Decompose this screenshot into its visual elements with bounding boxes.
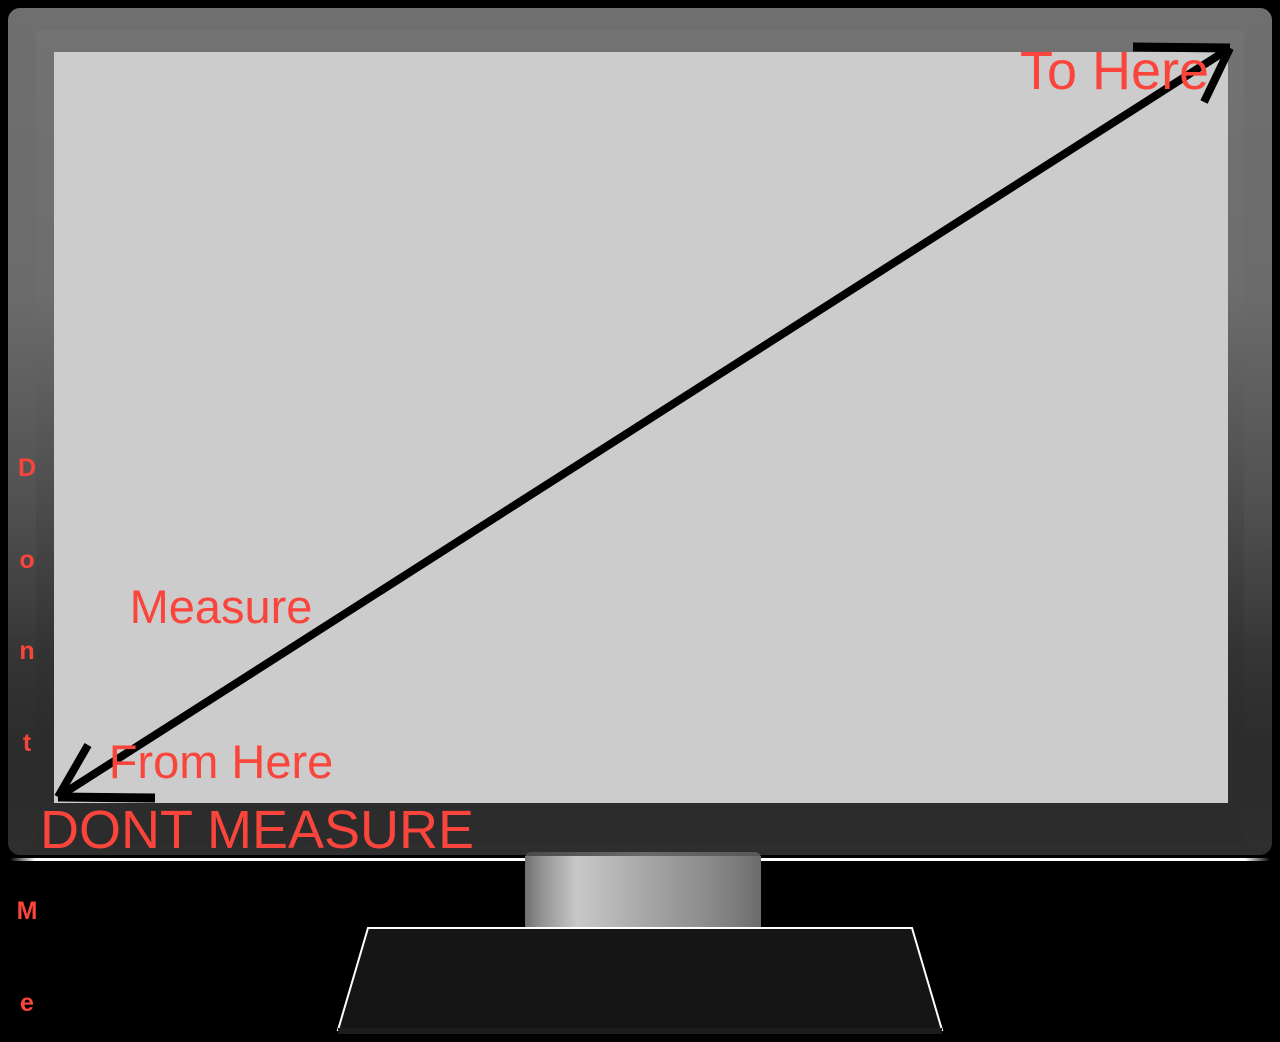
label-measure-line2: From Here <box>108 735 334 788</box>
label-dont-measure-side: D o n t M e a s u r e <box>12 392 42 1042</box>
side-letter-space <box>12 819 42 835</box>
side-letter: e <box>20 988 34 1017</box>
stand-base-shape <box>336 927 944 1031</box>
side-letter: M <box>16 897 38 925</box>
label-to-here: To Here <box>1020 41 1210 101</box>
side-letter: t <box>22 728 32 757</box>
side-letter: o <box>19 545 35 574</box>
stand-base-lip <box>338 1028 942 1034</box>
side-letter: n <box>19 637 35 665</box>
side-letter: D <box>17 454 37 482</box>
label-measure-line1: Measure <box>129 580 313 633</box>
stand-base <box>336 927 944 1034</box>
label-dont-measure-bottom: DONT MEASURE <box>40 800 475 860</box>
monitor-diagram-scene: To Here Measure From Here D o n t M e a … <box>0 0 1280 1042</box>
